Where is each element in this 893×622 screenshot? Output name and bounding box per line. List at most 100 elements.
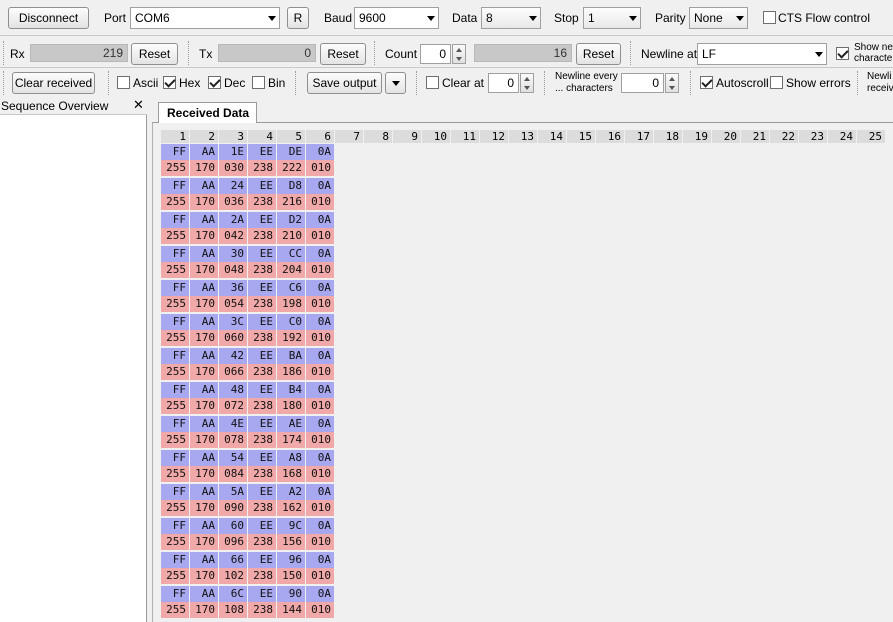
dec-cell: 238 — [248, 296, 276, 312]
sequence-overview-panel: Sequence Overview ✕ — [0, 97, 147, 622]
dec-cell: 054 — [219, 296, 247, 312]
newline-at-value: LF — [702, 47, 717, 61]
hex-cell: 2A — [219, 212, 247, 228]
hex-cell: 36 — [219, 280, 247, 296]
ascii-checkbox[interactable] — [117, 76, 130, 89]
cts-flow-control-checkbox[interactable] — [763, 11, 776, 24]
column-header: 22 — [770, 130, 798, 143]
toolbar-separator — [108, 71, 110, 95]
hex-cell: EE — [248, 416, 276, 432]
hex-cell: 0A — [306, 416, 334, 432]
column-header: 5 — [277, 130, 305, 143]
hex-cell: 48 — [219, 382, 247, 398]
dec-cell: 010 — [306, 228, 334, 244]
tx-label: Tx — [199, 47, 213, 61]
dec-cell: 168 — [277, 466, 305, 482]
clear-at-input[interactable]: 0 — [488, 73, 519, 93]
toolbar-separator — [374, 41, 376, 65]
disconnect-button[interactable]: Disconnect — [8, 7, 89, 29]
hex-cell: EE — [248, 518, 276, 534]
count-input[interactable]: 0 — [420, 44, 451, 64]
arrow-up-icon — [524, 77, 530, 81]
hex-cell: 54 — [219, 450, 247, 466]
hex-cell: AA — [190, 246, 218, 262]
hex-cell: 0A — [306, 280, 334, 296]
hex-cell: EE — [248, 348, 276, 364]
dec-cell: 255 — [161, 262, 189, 278]
dec-cell: 170 — [190, 262, 218, 278]
hex-cell: 42 — [219, 348, 247, 364]
hex-cell: EE — [248, 552, 276, 568]
newline-every-input[interactable]: 0 — [621, 73, 664, 93]
autoscroll-checkbox[interactable] — [700, 76, 713, 89]
hex-cell: FF — [161, 416, 189, 432]
dec-cell: 010 — [306, 568, 334, 584]
save-output-menu-button[interactable] — [385, 72, 406, 94]
dec-cell: 186 — [277, 364, 305, 380]
stop-bits-select[interactable]: 1 — [583, 7, 641, 29]
tab-received-data[interactable]: Received Data — [158, 102, 257, 123]
tx-counter: 0 — [218, 44, 316, 62]
dec-cell: 170 — [190, 500, 218, 516]
port-select[interactable]: COM6 — [130, 7, 280, 29]
show-errors-checkbox[interactable] — [770, 76, 783, 89]
dec-cell: 010 — [306, 398, 334, 414]
close-icon[interactable]: ✕ — [133, 98, 144, 112]
data-bits-select[interactable]: 8 — [481, 7, 541, 29]
parity-label: Parity — [655, 11, 686, 25]
dec-cell: 170 — [190, 534, 218, 550]
chevron-down-icon — [427, 16, 435, 21]
hex-cell: AA — [190, 518, 218, 534]
hex-cell: EE — [248, 280, 276, 296]
column-header: 17 — [625, 130, 653, 143]
dec-checkbox[interactable] — [208, 76, 221, 89]
dec-cell: 010 — [306, 160, 334, 176]
hex-cell: FF — [161, 280, 189, 296]
dec-cell: 255 — [161, 330, 189, 346]
toolbar-separator — [295, 71, 297, 95]
column-header: 10 — [422, 130, 450, 143]
dec-cell: 036 — [219, 194, 247, 210]
clear-received-button[interactable]: Clear received — [12, 72, 95, 94]
dec-cell: 238 — [248, 330, 276, 346]
hex-cell: AA — [190, 280, 218, 296]
rx-reset-button[interactable]: Reset — [131, 43, 178, 65]
chevron-down-icon — [268, 16, 276, 21]
refresh-ports-button[interactable]: R — [287, 7, 309, 29]
dec-cell: 238 — [248, 262, 276, 278]
hex-checkbox[interactable] — [163, 76, 176, 89]
save-output-button[interactable]: Save output — [307, 72, 382, 94]
dec-cell: 048 — [219, 262, 247, 278]
column-header: 9 — [393, 130, 421, 143]
newline-every-spinner[interactable] — [665, 73, 679, 93]
hex-cell: AA — [190, 348, 218, 364]
clear-at-spinner[interactable] — [520, 73, 534, 93]
parity-select[interactable]: None — [689, 7, 748, 29]
hex-cell: 5A — [219, 484, 247, 500]
dec-cell: 255 — [161, 228, 189, 244]
hex-cell: AA — [190, 178, 218, 194]
dec-cell: 010 — [306, 534, 334, 550]
hex-cell: DE — [277, 144, 305, 160]
hex-cell: EE — [248, 144, 276, 160]
tx-reset-button[interactable]: Reset — [320, 43, 366, 65]
hex-cell: FF — [161, 552, 189, 568]
dec-cell: 078 — [219, 432, 247, 448]
newline-receive-label-line2: receiv — [867, 83, 893, 94]
chevron-down-icon — [391, 80, 400, 86]
newline-at-select[interactable]: LF — [697, 43, 827, 65]
count-reset-button[interactable]: Reset — [576, 43, 621, 65]
hex-cell: 0A — [306, 450, 334, 466]
count-spinner[interactable] — [452, 44, 466, 64]
show-newline-checkbox[interactable] — [836, 47, 849, 60]
bin-checkbox[interactable] — [252, 76, 265, 89]
dec-label: Dec — [224, 76, 246, 90]
clear-at-checkbox[interactable] — [426, 76, 439, 89]
rx-label: Rx — [10, 47, 25, 61]
toolbar-divider — [0, 35, 893, 36]
baud-select[interactable]: 9600 — [354, 7, 439, 29]
chevron-down-icon — [629, 16, 637, 21]
dec-cell: 072 — [219, 398, 247, 414]
column-header: 12 — [480, 130, 508, 143]
dec-cell: 170 — [190, 568, 218, 584]
